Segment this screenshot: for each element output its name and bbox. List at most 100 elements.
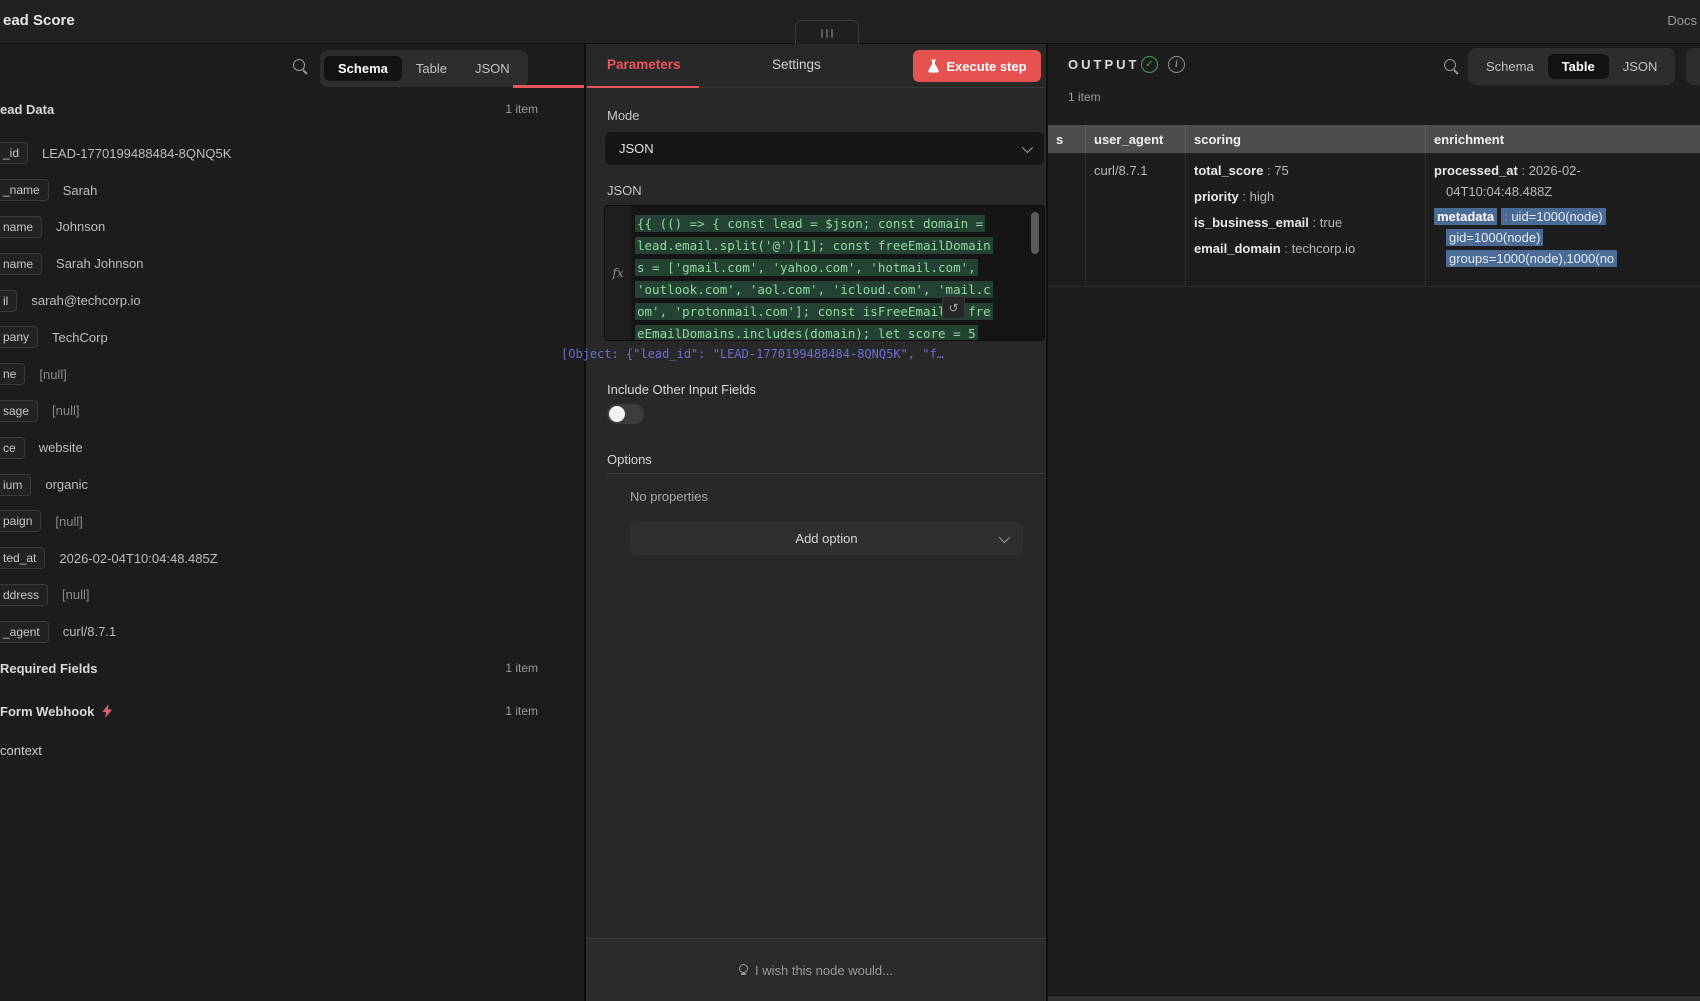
schema-field-row: _id LEAD-1770199488484-8QNQ5K <box>0 135 538 172</box>
mode-label: Mode <box>607 108 640 123</box>
input-tab-schema[interactable]: Schema <box>324 56 402 81</box>
parameters-panel: Parameters Settings Execute step Mode JS… <box>586 44 1048 1001</box>
include-other-fields-label: Include Other Input Fields <box>607 382 756 397</box>
input-search-icon[interactable] <box>292 58 309 75</box>
input-view-tabs: Schema Table JSON <box>320 50 528 87</box>
success-check-icon: ✓ <box>1141 56 1158 73</box>
cell-user-agent: curl/8.7.1 <box>1085 153 1185 286</box>
schema-field-row: ce website <box>0 429 538 466</box>
schema-field-value: LEAD-1770199488484-8QNQ5K <box>42 146 231 161</box>
schema-field-key[interactable]: ne <box>0 363 25 385</box>
schema-field-key[interactable]: ddress <box>0 584 48 606</box>
section-lead-data[interactable]: ead Data 1 item <box>0 99 538 119</box>
schema-field-value: Johnson <box>56 219 105 234</box>
column-header-user-agent[interactable]: user_agent <box>1085 125 1185 153</box>
schema-field-row: _name Sarah <box>0 172 538 209</box>
options-divider <box>607 473 1045 474</box>
output-search-icon[interactable] <box>1443 58 1460 75</box>
tab-parameters[interactable]: Parameters <box>607 57 681 72</box>
output-count: 1 item <box>1068 90 1101 104</box>
scoring-entry: is_business_email : true <box>1194 212 1417 233</box>
schema-field-key[interactable]: ce <box>0 437 25 459</box>
canvas-bottom-strip <box>1048 995 1700 1001</box>
schema-field-key[interactable]: il <box>0 290 17 312</box>
schema-field-row: pany TechCorp <box>0 319 538 356</box>
section-label: Form Webhook <box>0 704 94 719</box>
code-line: eEmailDomains.includes(domain); let scor… <box>635 323 1032 340</box>
output-extra-button-partial[interactable] <box>1686 48 1700 85</box>
cell-enrichment: processed_at : 2026-02- 04T10:04:48.488Z… <box>1425 153 1700 286</box>
output-view-tabs: Schema Table JSON <box>1468 48 1675 85</box>
input-tab-table[interactable]: Table <box>402 56 461 81</box>
editor-expand-button[interactable]: ↺ <box>942 296 965 319</box>
output-tab-json[interactable]: JSON <box>1609 54 1672 79</box>
section-required-fields[interactable]: Required Fields 1 item <box>0 658 538 678</box>
schema-field-value: [null] <box>52 403 79 418</box>
column-header-enrichment[interactable]: enrichment <box>1425 125 1700 153</box>
info-icon[interactable]: i <box>1168 56 1185 73</box>
output-table-header: s user_agent scoring enrichment <box>1048 125 1700 153</box>
schema-field-key[interactable]: _name <box>0 179 49 201</box>
cell-scoring: total_score : 75 priority : high is_busi… <box>1185 153 1425 286</box>
enrichment-processed-at-wrap: 04T10:04:48.488Z <box>1434 181 1692 202</box>
mode-select[interactable]: JSON <box>604 131 1045 166</box>
schema-field-key[interactable]: _agent <box>0 621 49 643</box>
tab-parameters-underline <box>587 86 699 88</box>
params-footer: I wish this node would... <box>586 938 1046 1001</box>
section-label: ead Data <box>0 102 54 117</box>
input-tab-json[interactable]: JSON <box>461 56 524 81</box>
schema-field-value: [null] <box>62 587 89 602</box>
output-table-row: curl/8.7.1 total_score : 75 priority : h… <box>1048 153 1700 287</box>
lightbulb-icon <box>739 964 748 977</box>
output-tab-table[interactable]: Table <box>1548 54 1609 79</box>
schema-field-row: sage [null] <box>0 393 538 430</box>
output-tab-schema[interactable]: Schema <box>1472 54 1548 79</box>
schema-field-row: ium organic <box>0 466 538 503</box>
input-panel: Schema Table JSON ead Data 1 item _id LE… <box>0 44 586 1001</box>
schema-field-list: _id LEAD-1770199488484-8QNQ5K _name Sara… <box>0 135 538 650</box>
node-detail-view: ead Score Docs Schema Table JSON ead Dat… <box>0 0 1700 1001</box>
schema-field-key[interactable]: paign <box>0 510 41 532</box>
wish-link[interactable]: I wish this node would... <box>755 963 893 978</box>
docs-link[interactable]: Docs <box>1667 13 1697 28</box>
add-option-button[interactable]: Add option <box>630 522 1023 555</box>
section-form-webhook[interactable]: Form Webhook 1 item <box>0 701 538 721</box>
output-table: s user_agent scoring enrichment curl/8.7… <box>1048 125 1700 287</box>
schema-field-key[interactable]: name <box>0 216 42 238</box>
chevron-down-icon <box>1022 141 1033 152</box>
no-properties-text: No properties <box>630 489 708 504</box>
toggle-knob <box>609 406 625 422</box>
column-header-partial[interactable]: s <box>1048 125 1085 153</box>
schema-field-value: 2026-02-04T10:04:48.485Z <box>59 551 217 566</box>
mode-value: JSON <box>619 141 1022 156</box>
schema-field-key[interactable]: ted_at <box>0 547 45 569</box>
schema-field-row: paign [null] <box>0 503 538 540</box>
section-label: Required Fields <box>0 661 98 676</box>
tab-settings[interactable]: Settings <box>772 57 821 72</box>
json-expression-editor[interactable]: fx {{ (() => { const lead = $json; const… <box>604 205 1045 341</box>
schema-field-key[interactable]: _id <box>0 142 28 164</box>
include-other-fields-toggle[interactable] <box>607 404 644 424</box>
output-title: OUTPUT <box>1068 57 1139 72</box>
execute-step-label: Execute step <box>946 59 1026 74</box>
schema-field-key[interactable]: pany <box>0 326 38 348</box>
cell-partial <box>1048 153 1085 286</box>
node-title: ead Score <box>3 12 75 29</box>
section-context[interactable]: context <box>0 740 538 760</box>
schema-field-key[interactable]: ium <box>0 474 31 496</box>
column-header-scoring[interactable]: scoring <box>1185 125 1425 153</box>
code-line: lead.email.split('@')[1]; const freeEmai… <box>635 235 1032 257</box>
scoring-entry: priority : high <box>1194 186 1417 207</box>
execute-step-button[interactable]: Execute step <box>913 50 1041 82</box>
schema-field-key[interactable]: name <box>0 253 42 275</box>
enrichment-metadata: metadata: uid=1000(node) <box>1434 206 1692 227</box>
schema-field-value: curl/8.7.1 <box>63 624 116 639</box>
editor-scrollbar[interactable] <box>1031 212 1039 254</box>
panel-drag-handle[interactable] <box>795 20 859 45</box>
chevron-down-icon <box>999 531 1010 542</box>
schema-field-value: [null] <box>55 514 82 529</box>
schema-field-row: _agent curl/8.7.1 <box>0 613 538 650</box>
code-line: {{ (() => { const lead = $json; const do… <box>635 213 1032 235</box>
code-area[interactable]: {{ (() => { const lead = $json; const do… <box>631 206 1044 340</box>
schema-field-key[interactable]: sage <box>0 400 38 422</box>
